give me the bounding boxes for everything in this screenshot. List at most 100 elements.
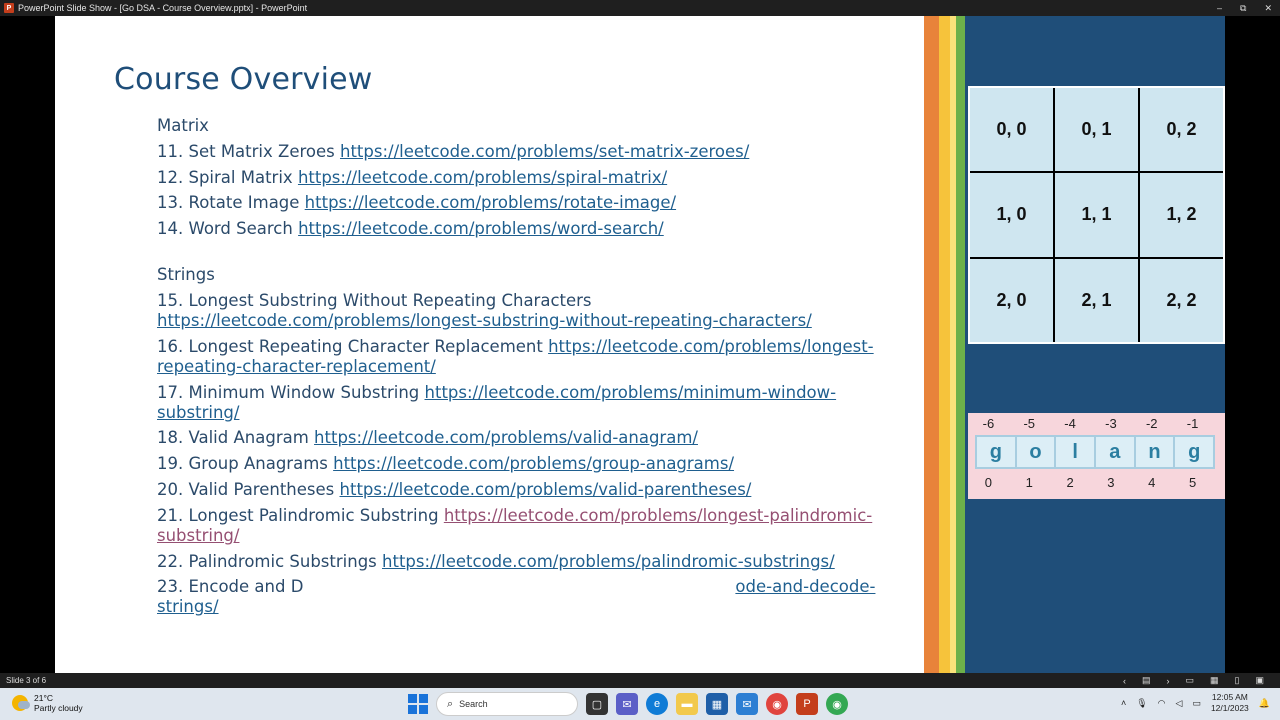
chrome-profile-icon[interactable]: ◉ (826, 693, 848, 715)
taskbar-apps: ⌕ Search ▢ ✉ e ▬ ▦ ✉ ◉ P ◉ (408, 691, 848, 717)
slideshow-icon[interactable]: ▣ (1255, 675, 1264, 686)
clock[interactable]: 12:05 AM 12/1/2023 (1211, 692, 1249, 714)
problem-link[interactable]: https://leetcode.com/problems/set-matrix… (340, 142, 749, 161)
problem-link-continued[interactable]: substring/ (157, 526, 239, 545)
pos-index: 4 (1148, 475, 1156, 490)
neg-index: -1 (1186, 416, 1199, 431)
char-cell: g (1175, 437, 1214, 467)
slideshow-statusbar: Slide 3 of 6 ‹ ▤ › ▭ ▦ ▯ ▣ (0, 673, 1280, 688)
list-item: 18. Valid Anagram https://leetcode.com/p… (157, 428, 698, 448)
windows-start-icon[interactable] (408, 694, 428, 714)
slide-letterbox-right (1225, 16, 1280, 673)
chevron-up-icon[interactable]: ˄ (1121, 698, 1126, 708)
problem-link[interactable]: https://leetcode.com/problems/group-anag… (333, 454, 734, 473)
slideshow-controls: ‹ ▤ › ▭ ▦ ▯ ▣ (1123, 673, 1264, 688)
temperature: 21°C (34, 693, 53, 703)
problem-link-continued[interactable]: substring/ (157, 403, 239, 422)
notification-bell-icon[interactable]: 🔔 (1259, 698, 1270, 709)
pos-index: 5 (1188, 475, 1197, 490)
problem-link[interactable]: https://leetcode.com/problems/longest- (548, 337, 874, 356)
problem-link[interactable]: https://leetcode.com/problems/valid-anag… (314, 428, 698, 447)
mail-icon[interactable]: ✉ (736, 693, 758, 715)
weather-widget[interactable]: 21°C Partly cloudy (12, 693, 83, 713)
edge-browser-icon[interactable]: e (646, 693, 668, 715)
string-index-diagram: -6 -5 -4 -3 -2 -1 g o l a n g 0 1 2 3 4 … (968, 413, 1225, 499)
slide-canvas[interactable]: Course Overview Matrix 11. Set Matrix Ze… (55, 16, 1225, 673)
pos-index: 0 (984, 475, 993, 490)
powerpoint-taskbar-icon[interactable]: P (796, 693, 818, 715)
window-title: PowerPoint Slide Show - [Go DSA - Course… (18, 3, 308, 13)
minimize-button[interactable]: – (1217, 3, 1222, 13)
neg-index: -6 (982, 416, 995, 431)
normal-view-icon[interactable]: ▭ (1186, 675, 1195, 686)
next-icon[interactable]: › (1167, 676, 1170, 686)
list-item: 19. Group Anagrams https://leetcode.com/… (157, 454, 735, 474)
problem-link[interactable]: ode-and-decode- (735, 577, 875, 596)
list-item: 17. Minimum Window Substring https://lee… (157, 382, 837, 422)
partly-cloudy-icon (12, 695, 30, 711)
taskbar-search-box[interactable]: ⌕ Search (436, 692, 578, 716)
positive-index-row: 0 1 2 3 4 5 (968, 475, 1213, 490)
clock-date: 12/1/2023 (1210, 703, 1249, 713)
list-item: 11. Set Matrix Zeroes https://leetcode.c… (157, 141, 750, 161)
search-icon: ⌕ (447, 697, 454, 710)
neg-index: -2 (1145, 416, 1158, 431)
char-cell: a (1096, 437, 1134, 467)
slide-list-icon[interactable]: ▤ (1142, 675, 1151, 686)
battery-icon[interactable]: ▭ (1192, 698, 1201, 709)
list-item: 16. Longest Repeating Character Replacem… (157, 336, 874, 376)
restore-button[interactable]: ⧉ (1240, 3, 1246, 14)
task-view-icon[interactable]: ▢ (586, 693, 608, 715)
negative-index-row: -6 -5 -4 -3 -2 -1 (968, 416, 1213, 431)
teams-chat-icon[interactable]: ✉ (616, 693, 638, 715)
microphone-icon[interactable]: 🎙 (1136, 698, 1147, 709)
problem-link[interactable]: https://leetcode.com/problems/word-searc… (298, 219, 664, 238)
neg-index: -4 (1064, 416, 1076, 431)
grid-cell: 1, 2 (1140, 173, 1223, 257)
grid-cell: 1, 0 (970, 173, 1053, 257)
calculator-icon[interactable]: ▦ (706, 693, 728, 715)
prev-icon[interactable]: ‹ (1123, 676, 1126, 686)
sorter-view-icon[interactable]: ▦ (1210, 675, 1219, 686)
weather-condition: Partly cloudy (34, 703, 83, 713)
problem-link[interactable]: https://leetcode.com/problems/minimum-wi… (425, 383, 837, 402)
close-button[interactable]: ✕ (1264, 3, 1272, 14)
matrix-heading: Matrix (157, 116, 209, 135)
search-placeholder: Search (459, 699, 488, 709)
window-controls: – ⧉ ✕ (1217, 0, 1272, 16)
problem-link-continued[interactable]: strings/ (157, 597, 219, 616)
problem-link[interactable]: https://leetcode.com/problems/longest-su… (157, 311, 812, 330)
wifi-icon[interactable]: ◠ (1158, 698, 1166, 709)
grid-cell: 0, 1 (1055, 88, 1138, 172)
slide-letterbox-left (0, 16, 55, 673)
problem-link[interactable]: https://leetcode.com/problems/palindromi… (382, 552, 835, 571)
volume-icon[interactable]: ◁ (1176, 698, 1183, 709)
powerpoint-app-icon: P (4, 3, 14, 13)
char-cell: g (977, 437, 1015, 467)
file-explorer-icon[interactable]: ▬ (676, 693, 698, 715)
reading-view-icon[interactable]: ▯ (1235, 675, 1240, 686)
slide-counter: Slide 3 of 6 (6, 676, 47, 685)
problem-link[interactable]: https://leetcode.com/problems/valid-pare… (340, 480, 752, 499)
list-item: 14. Word Search https://leetcode.com/pro… (157, 219, 664, 239)
strings-heading: Strings (157, 265, 215, 285)
system-tray: ˄ 🎙 ◠ ◁ ▭ 12:05 AM 12/1/2023 🔔 (1121, 692, 1270, 714)
problem-link[interactable]: https://leetcode.com/problems/longest-pa… (444, 506, 872, 525)
problem-link-continued[interactable]: repeating-character-replacement/ (157, 357, 436, 376)
pos-index: 1 (1025, 475, 1033, 490)
list-item: 21. Longest Palindromic Substring https:… (157, 505, 873, 545)
grid-cell: 2, 2 (1140, 258, 1223, 342)
decorative-stripe-yellow (939, 16, 950, 673)
char-cell: n (1135, 437, 1174, 467)
chrome-icon[interactable]: ◉ (766, 693, 788, 715)
char-cell: o (1016, 437, 1055, 467)
problem-link[interactable]: https://leetcode.com/problems/rotate-ima… (305, 193, 676, 212)
grid-cell: 2, 0 (970, 258, 1053, 342)
string-chars-row: g o l a n g (975, 435, 1215, 469)
problem-link[interactable]: https://leetcode.com/problems/spiral-mat… (298, 168, 667, 187)
grid-cell: 1, 1 (1055, 173, 1138, 257)
list-item: 22. Palindromic Substrings https://leetc… (157, 551, 835, 571)
neg-index: -5 (1023, 416, 1036, 431)
pos-index: 3 (1107, 475, 1115, 490)
windows-taskbar: 21°C Partly cloudy ⌕ Search ▢ ✉ e ▬ ▦ ✉ … (0, 688, 1280, 720)
